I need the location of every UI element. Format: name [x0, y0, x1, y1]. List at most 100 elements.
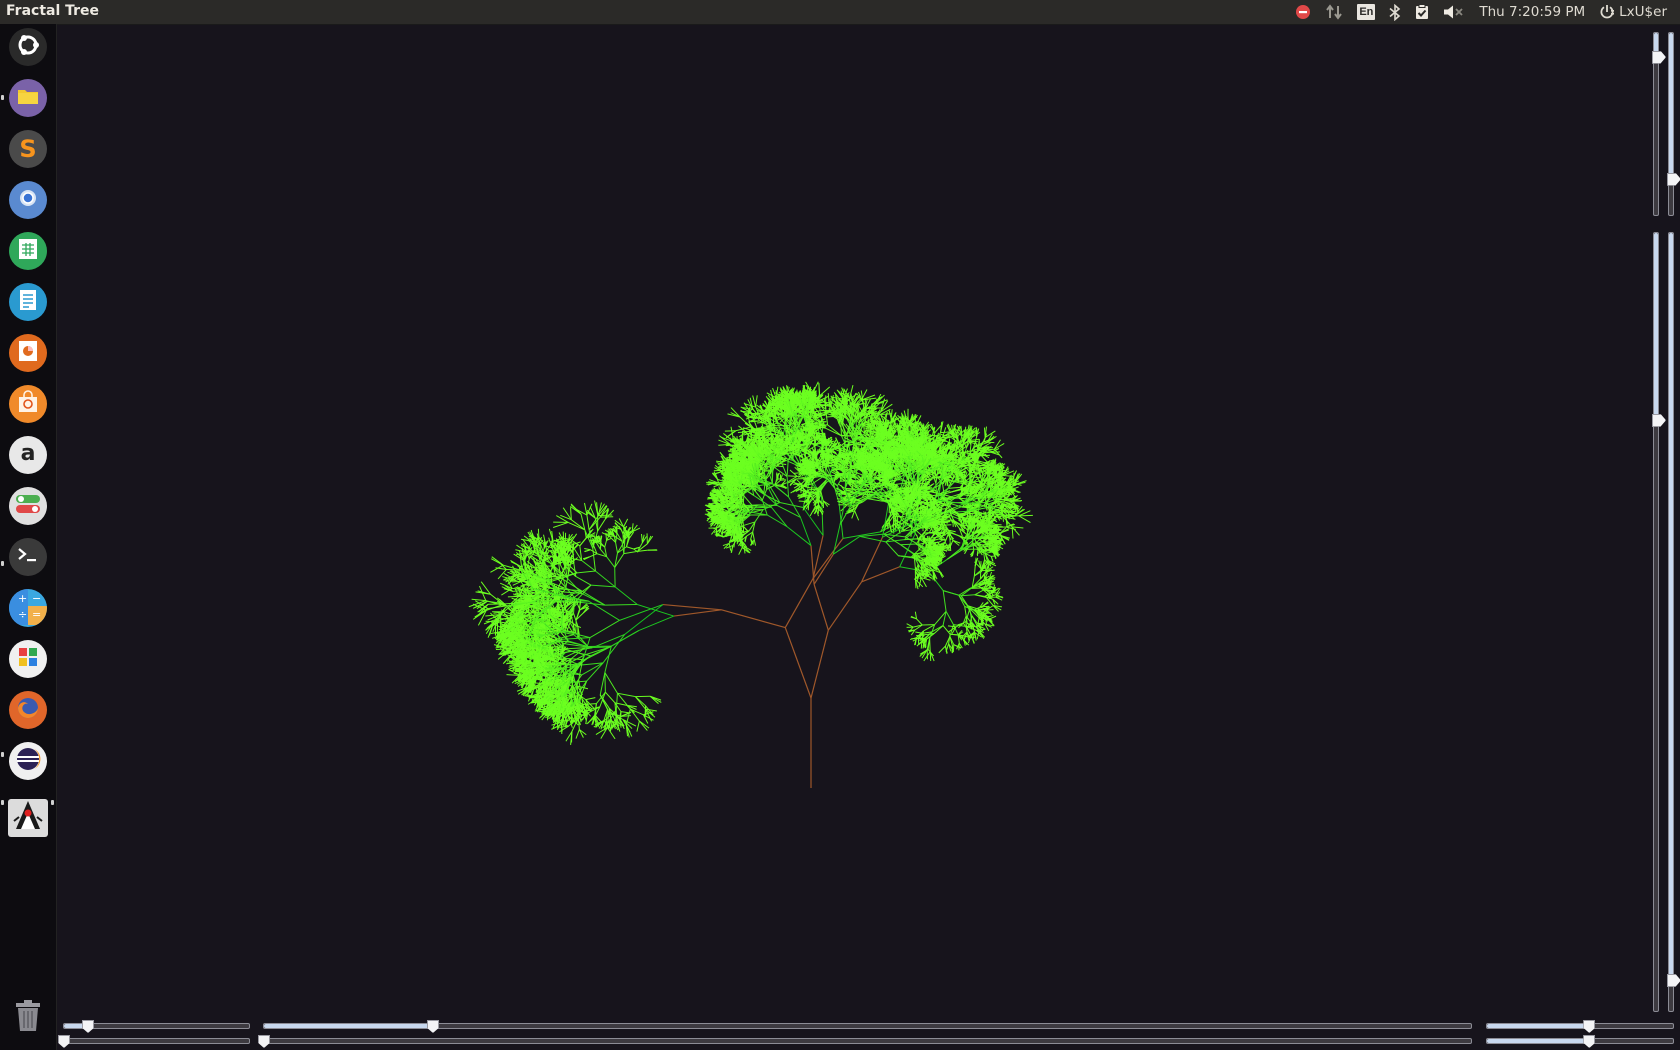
tree-branch	[948, 486, 961, 489]
launcher-item-software-center[interactable]	[9, 385, 47, 423]
tree-branch	[575, 729, 580, 739]
tree-branch	[567, 619, 577, 633]
tree-branch	[585, 697, 596, 701]
tree-branch	[604, 672, 618, 694]
tree-branch	[606, 556, 616, 568]
spreadsheet-icon	[18, 238, 38, 265]
launcher-item-amazon[interactable]: a	[9, 436, 47, 474]
launcher-item-calculator[interactable]: + − ÷ =	[9, 589, 47, 627]
tree-branch	[753, 539, 757, 546]
tree-branch	[598, 514, 613, 517]
tree-branch	[560, 577, 582, 592]
tree-branch	[575, 576, 592, 586]
keyboard-layout-label: En	[1357, 4, 1376, 20]
tree-branch	[564, 630, 591, 639]
tree-branch	[570, 503, 582, 515]
launcher-item-libreoffice-impress[interactable]	[9, 334, 47, 372]
ubuntu-logo-icon	[14, 31, 42, 64]
fractal-tree-canvas	[468, 381, 1033, 788]
tree-branch	[662, 603, 722, 611]
app-grid-icon	[18, 647, 38, 672]
launcher: S a + − ÷ =	[0, 24, 57, 1050]
launcher-item-terminal[interactable]	[9, 538, 47, 576]
tree-branch	[624, 604, 664, 635]
tree-branch	[635, 696, 646, 710]
tree-branch	[638, 615, 675, 632]
tree-branch	[752, 531, 755, 540]
system-tray: En Thu 7:20:59 PM LxU$er	[1288, 0, 1674, 24]
stop-icon[interactable]	[1288, 0, 1318, 24]
tree-branch	[604, 672, 606, 693]
tree-branch	[615, 710, 618, 723]
tree-branch	[604, 603, 638, 606]
tree-branch	[623, 550, 638, 555]
tree-branch	[605, 534, 608, 541]
clock[interactable]: Thu 7:20:59 PM	[1472, 0, 1592, 24]
launcher-item-trash[interactable]	[9, 999, 47, 1037]
tree-branch	[673, 609, 722, 617]
folder-icon	[17, 87, 39, 110]
tree-branch	[605, 691, 616, 704]
launcher-item-java-app[interactable]	[8, 799, 48, 837]
eclipse-icon	[14, 745, 42, 778]
tree-branch	[590, 584, 616, 588]
presentation-icon	[18, 340, 38, 367]
launcher-item-files[interactable]	[9, 79, 47, 117]
tree-branch	[471, 598, 486, 602]
network-arrows-icon[interactable]	[1318, 0, 1350, 24]
tree-branch	[623, 518, 629, 528]
launcher-item-ubuntu-dash[interactable]	[9, 28, 47, 66]
trash-icon	[14, 999, 42, 1037]
tree-branch	[614, 586, 638, 605]
bluetooth-icon[interactable]	[1382, 0, 1408, 24]
session-power-icon[interactable]	[1592, 0, 1617, 24]
volume-muted-icon[interactable]	[1436, 0, 1472, 24]
tree-branch	[779, 502, 804, 508]
sublime-s-icon: S	[19, 135, 37, 163]
tree-branch	[784, 627, 812, 699]
tree-branch	[636, 720, 640, 732]
tree-branch	[495, 648, 511, 650]
tree-branch	[645, 708, 653, 722]
tree-branch	[589, 619, 620, 639]
launcher-item-chromium[interactable]	[9, 181, 47, 219]
tree-branch	[604, 540, 607, 548]
launcher-item-eclipse[interactable]	[9, 742, 47, 780]
tree-branch	[595, 570, 616, 588]
keyboard-layout-icon[interactable]: En	[1350, 0, 1382, 24]
tree-branch	[615, 693, 618, 711]
toggle-switches-icon	[15, 493, 41, 520]
tree-branch	[599, 672, 606, 695]
tree-branch	[510, 560, 522, 568]
tree-branch	[615, 542, 618, 554]
firefox-icon	[14, 694, 42, 727]
launcher-item-app-grid[interactable]	[9, 640, 47, 678]
tree-branch	[557, 653, 559, 663]
launcher-item-sublime-text[interactable]: S	[9, 130, 47, 168]
clipboard-check-icon[interactable]	[1408, 0, 1436, 24]
tree-branch	[897, 515, 905, 518]
tree-branch	[553, 521, 569, 528]
tree-branch	[619, 604, 664, 621]
tree-branch	[577, 570, 596, 574]
tree-branch	[579, 598, 581, 610]
tree-branch	[579, 536, 588, 547]
document-icon	[19, 289, 37, 316]
tree-branch	[721, 609, 786, 629]
launcher-item-libreoffice-calc[interactable]	[9, 232, 47, 270]
tree-branch	[531, 634, 546, 636]
launcher-item-libreoffice-writer[interactable]	[9, 283, 47, 321]
launcher-item-settings[interactable]	[9, 487, 47, 525]
tree-branch	[584, 502, 588, 516]
tree-branch	[560, 539, 562, 550]
launcher-item-firefox[interactable]	[9, 691, 47, 729]
tree-branch	[586, 662, 604, 682]
user-name[interactable]: LxU$er	[1617, 0, 1674, 24]
tree-branch	[597, 518, 606, 532]
amazon-icon: a	[20, 440, 36, 466]
java-duke-icon	[10, 799, 46, 838]
tree-branch	[581, 560, 596, 572]
tree-branch	[633, 547, 640, 550]
tree-branch	[554, 701, 557, 710]
chromium-icon	[16, 186, 40, 215]
